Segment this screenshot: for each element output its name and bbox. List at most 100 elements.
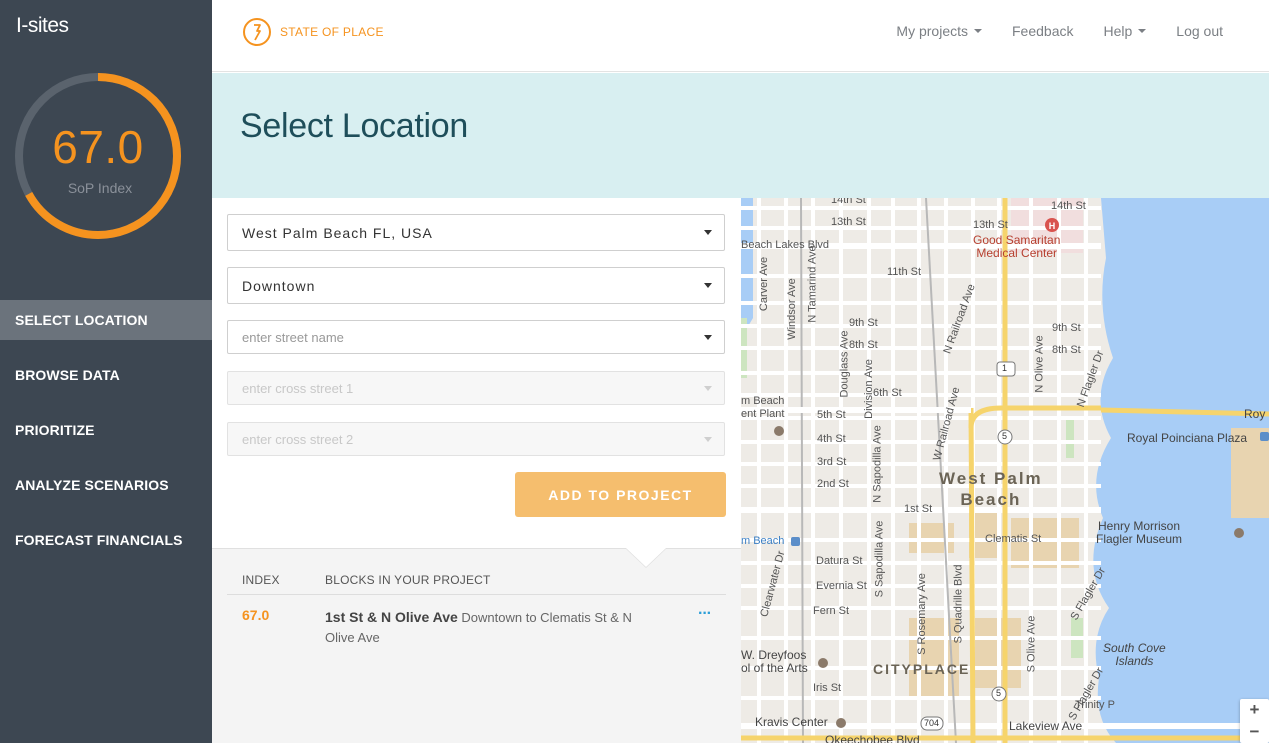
nav-log-out[interactable]: Log out xyxy=(1176,23,1223,39)
nav-log-out-label: Log out xyxy=(1176,23,1223,39)
gauge-value: 67.0 xyxy=(52,121,144,173)
map-view[interactable]: H 14th St 14th St 13th St 13th St Beach … xyxy=(741,198,1269,743)
sidebar-item-analyze-scenarios[interactable]: ANALYZE SCENARIOS xyxy=(0,465,212,520)
chevron-down-icon xyxy=(1138,29,1147,33)
chevron-down-icon xyxy=(704,335,712,340)
neighborhood-select-value: Downtown xyxy=(242,277,316,294)
chevron-down-icon xyxy=(974,29,982,33)
map-label-west-palm-beach: West Palm Beach xyxy=(939,469,1043,509)
map-label-n-sapodilla-ave: N Sapodilla Ave xyxy=(871,425,884,503)
page-title: Select Location xyxy=(240,107,468,145)
map-label-s-olive-ave: S Olive Ave xyxy=(1025,615,1038,673)
map-label-douglass-ave: Douglass Ave xyxy=(838,330,851,398)
map-label-okeechobee-blvd: Okeechobee Blvd xyxy=(825,733,920,743)
chevron-down-icon xyxy=(704,437,712,442)
street-placeholder: enter street name xyxy=(242,329,344,345)
sidebar-item-forecast-financials[interactable]: FORECAST FINANCIALS xyxy=(0,520,212,575)
cross-street-2-select[interactable]: enter cross street 2 xyxy=(227,422,725,456)
map-label-datura-st: Datura St xyxy=(816,555,863,567)
sop-index-gauge: 67.0 SoP Index xyxy=(12,70,184,242)
location-form: West Palm Beach FL, USA Downtown enter s… xyxy=(212,198,741,548)
top-nav: My projects Feedback Help Log out xyxy=(866,23,1223,39)
route-5-shield-south: 5 xyxy=(996,688,1002,698)
map-label-clematis-st: Clematis St xyxy=(985,533,1042,545)
block-row-description: 1st St & N Olive Ave Downtown to Clemati… xyxy=(325,607,665,648)
map-label-8th-st-east: 8th St xyxy=(1052,344,1081,356)
page-header: Select Location xyxy=(212,73,1269,198)
map-label-14th-st-east: 14th St xyxy=(1051,200,1086,212)
zoom-out-button[interactable]: − xyxy=(1240,721,1269,743)
map-label-division-ave: Division Ave xyxy=(862,359,875,419)
header-divider xyxy=(227,594,726,595)
route-5-shield: 5 xyxy=(1002,431,1008,441)
map-label-roy: Roy xyxy=(1244,407,1266,421)
sidebar: I-sites 67.0 SoP Index SELECT LOCATION B… xyxy=(0,0,212,743)
map-label-flagler-museum[interactable]: Henry Morrison Flagler Museum xyxy=(1096,520,1182,546)
map-label-royal-poinciana-plaza[interactable]: Royal Poinciana Plaza xyxy=(1127,431,1247,445)
nav-my-projects-label: My projects xyxy=(896,23,968,39)
chevron-down-icon xyxy=(704,386,712,391)
state-of-place-logo[interactable]: STATE OF PLACE xyxy=(242,17,384,47)
map-label-13th-st: 13th St xyxy=(831,216,866,228)
chevron-down-icon xyxy=(704,283,712,288)
map-label-carver-ave: Carver Ave xyxy=(758,256,771,312)
map-label-hospital[interactable]: Good Samaritan Medical Center xyxy=(973,234,1060,260)
map-label-plant: m Beach ent Plant xyxy=(741,395,785,420)
map-label-9th-st-east: 9th St xyxy=(1052,322,1081,334)
nav-feedback[interactable]: Feedback xyxy=(1012,23,1073,39)
top-bar: STATE OF PLACE My projects Feedback Help… xyxy=(212,0,1269,72)
city-select[interactable]: West Palm Beach FL, USA xyxy=(227,214,725,251)
block-row-title: 1st St & N Olive Ave xyxy=(325,609,458,625)
city-select-value: West Palm Beach FL, USA xyxy=(242,224,433,241)
map-label-2nd-st: 2nd St xyxy=(817,478,849,490)
brand-name[interactable]: I-sites xyxy=(16,14,69,38)
nav-feedback-label: Feedback xyxy=(1012,23,1074,39)
zoom-in-button[interactable]: + xyxy=(1240,699,1269,721)
add-to-project-button[interactable]: ADD TO PROJECT xyxy=(515,472,726,517)
map-label-6th-st: 6th St xyxy=(873,387,902,399)
nav-help[interactable]: Help xyxy=(1103,23,1147,39)
map-label-kravis-center[interactable]: Kravis Center xyxy=(755,715,828,729)
block-row-index: 67.0 xyxy=(242,607,270,623)
gauge-label: SoP Index xyxy=(67,180,133,196)
map-label-m-beach: m Beach xyxy=(741,535,785,547)
map-label-south-cove-islands: South Cove Islands xyxy=(1103,641,1166,668)
map-label-s-quadrille-blvd: S Quadrille Blvd xyxy=(952,564,965,644)
sidebar-item-select-location[interactable]: SELECT LOCATION xyxy=(0,300,212,340)
column-header-blocks: BLOCKS IN YOUR PROJECT xyxy=(325,573,491,587)
map-label-lakeview-ave: Lakeview Ave xyxy=(1009,719,1083,733)
project-blocks-panel: INDEX BLOCKS IN YOUR PROJECT 67.0 1st St… xyxy=(212,548,741,743)
map-label-n-olive-ave: N Olive Ave xyxy=(1033,335,1046,393)
more-options-icon[interactable]: ··· xyxy=(698,605,712,623)
map-label-8th-st: 8th St xyxy=(849,339,878,351)
nav-my-projects[interactable]: My projects xyxy=(896,23,982,39)
map-label-3rd-st: 3rd St xyxy=(817,456,847,468)
cross-street-1-placeholder: enter cross street 1 xyxy=(242,380,354,396)
map-label-1st-st: 1st St xyxy=(904,503,933,515)
logo-text: STATE OF PLACE xyxy=(280,25,384,39)
logo-icon xyxy=(243,18,271,46)
map-label-9th-st: 9th St xyxy=(849,317,878,329)
sidebar-item-browse-data[interactable]: BROWSE DATA xyxy=(0,355,212,410)
map-label-s-sapodilla-ave: S Sapodilla Ave xyxy=(873,520,886,598)
map-label-cityplace: CITYPLACE xyxy=(873,661,971,677)
cross-street-2-placeholder: enter cross street 2 xyxy=(242,431,354,447)
map-label-13th-st-east: 13th St xyxy=(973,219,1008,231)
map-label-4th-st: 4th St xyxy=(817,433,846,445)
panel-notch-fill xyxy=(626,548,666,567)
street-select[interactable]: enter street name xyxy=(227,320,725,354)
nav-help-label: Help xyxy=(1103,23,1133,39)
route-704-shield: 704 xyxy=(924,718,940,728)
map-label-evernia-st: Evernia St xyxy=(816,580,867,592)
map-label-windsor-ave: Windsor Ave xyxy=(785,278,798,340)
sidebar-item-prioritize[interactable]: PRIORITIZE xyxy=(0,410,212,465)
map-label-iris-st: Iris St xyxy=(813,682,842,694)
map-label-14th-st: 14th St xyxy=(831,198,866,206)
map-zoom-controls: + − xyxy=(1240,699,1269,743)
map-label-tamarind-ave: N Tamarind Ave xyxy=(806,245,819,323)
map-label-dreyfoos[interactable]: W. Dreyfoos ol of the Arts xyxy=(741,649,808,675)
neighborhood-select[interactable]: Downtown xyxy=(227,267,725,304)
map-label-5th-st: 5th St xyxy=(817,409,846,421)
svg-text:H: H xyxy=(1049,221,1056,231)
cross-street-1-select[interactable]: enter cross street 1 xyxy=(227,371,725,405)
